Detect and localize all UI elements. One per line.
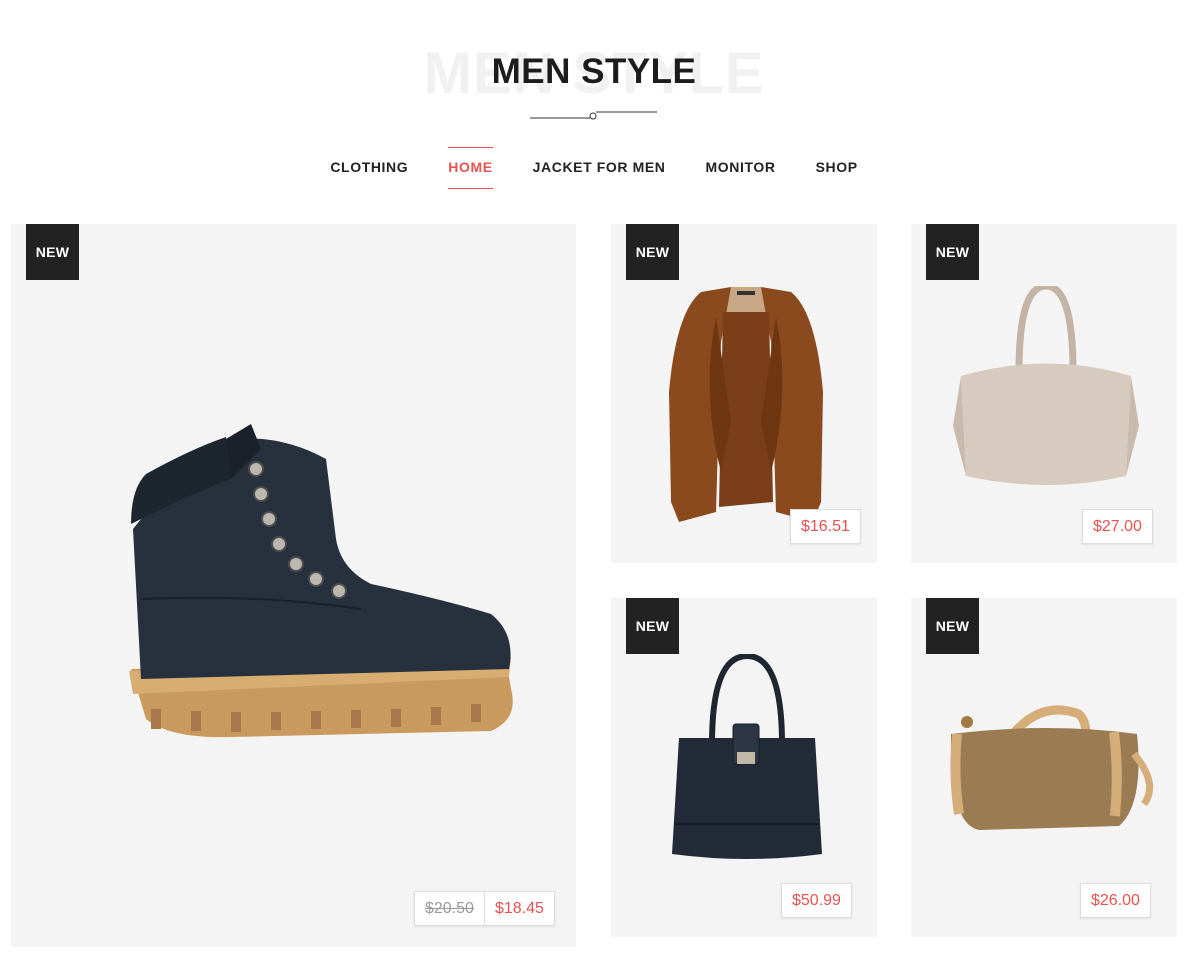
price: $16.51 [801,518,850,535]
price-box: $27.00 [1082,509,1153,544]
category-tabs: CLOTHING HOME JACKET FOR MEN MONITOR SHO… [0,146,1188,189]
price: $50.99 [792,892,841,909]
price-box: $50.99 [781,883,852,918]
price: $18.45 [494,900,544,917]
tab-home[interactable]: HOME [448,146,494,189]
price-box: $26.00 [1080,883,1151,918]
duffel-bag-icon[interactable] [939,704,1154,834]
handbag-icon[interactable] [667,654,827,866]
tab-jacket-for-men[interactable]: JACKET FOR MEN [533,146,666,188]
new-badge: NEW [26,224,79,280]
price: $27.00 [1093,518,1142,535]
new-badge: NEW [626,224,679,280]
tab-clothing[interactable]: CLOTHING [330,146,408,188]
product-card-jacket[interactable]: NEW $16.51 [611,224,877,563]
old-price: $20.50 [415,892,485,925]
tab-shop[interactable]: SHOP [816,146,858,188]
page-title: MEN STYLE [491,52,697,91]
product-card-boot[interactable]: NEW $20.50 $18.45 [11,224,576,947]
product-card-duffel-bag[interactable]: NEW $26.00 [911,598,1177,937]
price-box: $16.51 [790,509,861,544]
new-badge: NEW [926,598,979,654]
tab-monitor[interactable]: MONITOR [706,146,776,188]
price-box: $20.50 $18.45 [414,891,555,926]
product-card-handbag[interactable]: NEW $50.99 [611,598,877,937]
jacket-icon[interactable] [661,282,831,532]
new-badge: NEW [926,224,979,280]
product-card-tote-bag[interactable]: NEW $27.00 [911,224,1177,563]
price: $26.00 [1091,892,1140,909]
title-divider [530,111,657,120]
new-badge: NEW [626,598,679,654]
tote-bag-icon[interactable] [951,286,1141,492]
boot-icon[interactable] [111,419,531,739]
